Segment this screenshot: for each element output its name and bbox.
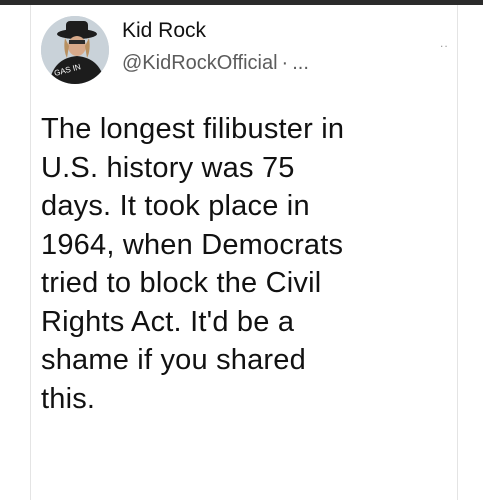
display-name[interactable]: Kid Rock: [122, 18, 309, 44]
tweet-line: U.S. history was 75: [41, 151, 295, 184]
tweet-screenshot: GAS IN Kid Rock @KidRockOfficial ·... .. …: [0, 0, 483, 500]
left-border: [30, 5, 31, 500]
more-ellipsis[interactable]: ...: [292, 52, 309, 74]
separator-dot: ·: [281, 52, 289, 74]
tweet-line: tried to block the Civil: [41, 267, 322, 299]
handle-row: @KidRockOfficial ·...: [122, 51, 309, 75]
tweet-body: The longest filibuster in U.S. history w…: [41, 110, 446, 418]
avatar[interactable]: GAS IN: [41, 16, 109, 84]
profile-photo-icon: GAS IN: [41, 16, 109, 84]
user-handle[interactable]: @KidRockOfficial: [122, 52, 278, 74]
tweet-line: Rights Act. It'd be a: [41, 305, 295, 338]
tweet-header: Kid Rock @KidRockOfficial ·...: [122, 18, 309, 75]
more-options-icon[interactable]: ..: [440, 36, 449, 50]
tweet-line: shame if you shared: [41, 344, 306, 376]
top-bar: [0, 0, 483, 5]
right-border: [457, 5, 458, 500]
tweet-line: this.: [41, 382, 96, 415]
tweet-line: The longest filibuster in: [41, 113, 345, 145]
tweet-line: days. It took place in: [41, 190, 310, 222]
tweet-line: 1964, when Democrats: [41, 228, 344, 261]
